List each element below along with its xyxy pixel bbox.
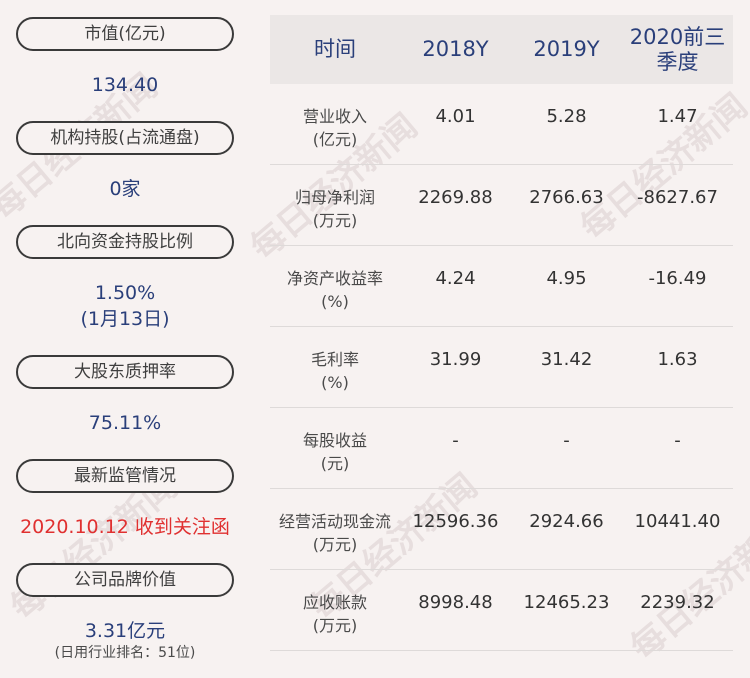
row-label-unit: (%) [321,373,349,392]
row-label-unit: (元) [320,454,350,473]
cell-2018: 31.99 [429,349,482,370]
cell-2020q3: 1.47 [657,106,698,127]
metric-value-northbound-date: (1月13日) [80,308,170,330]
row-label-name: 营业收入 [302,107,367,126]
row-label-unit: (万元) [312,211,358,230]
row-label-unit: (%) [321,292,349,311]
row-label: 应收账款 (万元) [270,570,400,650]
cell-2019: 5.28 [546,106,587,127]
cell-2018: 2269.88 [418,187,493,208]
cell-2018: 8998.48 [418,592,493,613]
metric-value-institutional-holdings: 0家 [109,178,141,200]
row-label-name: 净资产收益率 [286,269,383,288]
table-row: 每股收益 (元) - - - [270,408,733,489]
row-label: 营业收入 (亿元) [270,84,400,164]
table-row: 应收账款 (万元) 8998.48 12465.23 2239.32 [270,570,733,651]
table-row: 经营活动现金流 (万元) 12596.36 2924.66 10441.40 [270,489,733,570]
row-label-name: 每股收益 [302,431,367,450]
table-row: 毛利率 (%) 31.99 31.42 1.63 [270,327,733,408]
metric-label-brand-value: 公司品牌价值 [16,563,234,597]
cell-2018: 4.01 [435,106,476,127]
metric-value-market-cap: 134.40 [91,74,159,96]
cell-2020q3: 1.63 [657,349,698,370]
cell-2020q3: 10441.40 [634,511,721,532]
row-label: 净资产收益率 (%) [270,246,400,326]
financial-table: 时间 2018Y 2019Y 2020前三季度 营业收入 (亿元) 4.01 5… [270,15,733,651]
table-row: 营业收入 (亿元) 4.01 5.28 1.47 [270,84,733,165]
table-row: 净资产收益率 (%) 4.24 4.95 -16.49 [270,246,733,327]
key-metrics-panel: 市值(亿元) 134.40 机构持股(占流通盘) 0家 北向资金持股比例 1.5… [0,0,250,678]
row-label-name: 经营活动现金流 [278,512,391,531]
row-label: 毛利率 (%) [270,327,400,407]
cell-2018: - [452,430,459,451]
cell-2020q3: 2239.32 [640,592,715,613]
row-label-unit: (万元) [312,535,358,554]
cell-2019: 2924.66 [529,511,604,532]
header-2020q3: 2020前三季度 [629,24,726,74]
row-label-unit: (亿元) [312,130,358,149]
cell-2020q3: -16.49 [648,268,707,289]
row-label-name: 归母净利润 [294,188,375,207]
row-label-unit: (万元) [312,616,358,635]
metric-label-northbound-ratio: 北向资金持股比例 [16,225,234,259]
header-time: 时间 [314,37,356,61]
metric-label-market-cap: 市值(亿元) [16,17,234,51]
metric-label-pledge-ratio: 大股东质押率 [16,355,234,389]
row-label: 经营活动现金流 (万元) [270,489,400,569]
metric-note-brand-rank: (日用行业排名：51位) [54,645,196,661]
cell-2019: - [563,430,570,451]
cell-2019: 2766.63 [529,187,604,208]
metric-label-institutional-holdings: 机构持股(占流通盘) [16,121,234,155]
cell-2020q3: -8627.67 [637,187,718,208]
metric-value-regulatory-status: 2020.10.12 收到关注函 [20,516,230,538]
metric-value-pledge-ratio: 75.11% [88,412,162,434]
table-row: 归母净利润 (万元) 2269.88 2766.63 -8627.67 [270,165,733,246]
row-label-name: 毛利率 [310,350,359,369]
cell-2020q3: - [674,430,681,451]
cell-2019: 31.42 [540,349,593,370]
row-label: 归母净利润 (万元) [270,165,400,245]
metric-value-brand-value: 3.31亿元 [84,620,166,642]
cell-2018: 4.24 [435,268,476,289]
header-2019: 2019Y [533,37,600,61]
row-label: 每股收益 (元) [270,408,400,488]
header-2018: 2018Y [422,37,489,61]
cell-2018: 12596.36 [412,511,499,532]
cell-2019: 12465.23 [523,592,610,613]
cell-2019: 4.95 [546,268,587,289]
row-label-name: 应收账款 [302,593,367,612]
metric-value-northbound-ratio: 1.50% [94,282,156,304]
metric-label-regulatory-status: 最新监管情况 [16,459,234,493]
table-header: 时间 2018Y 2019Y 2020前三季度 [270,15,733,84]
